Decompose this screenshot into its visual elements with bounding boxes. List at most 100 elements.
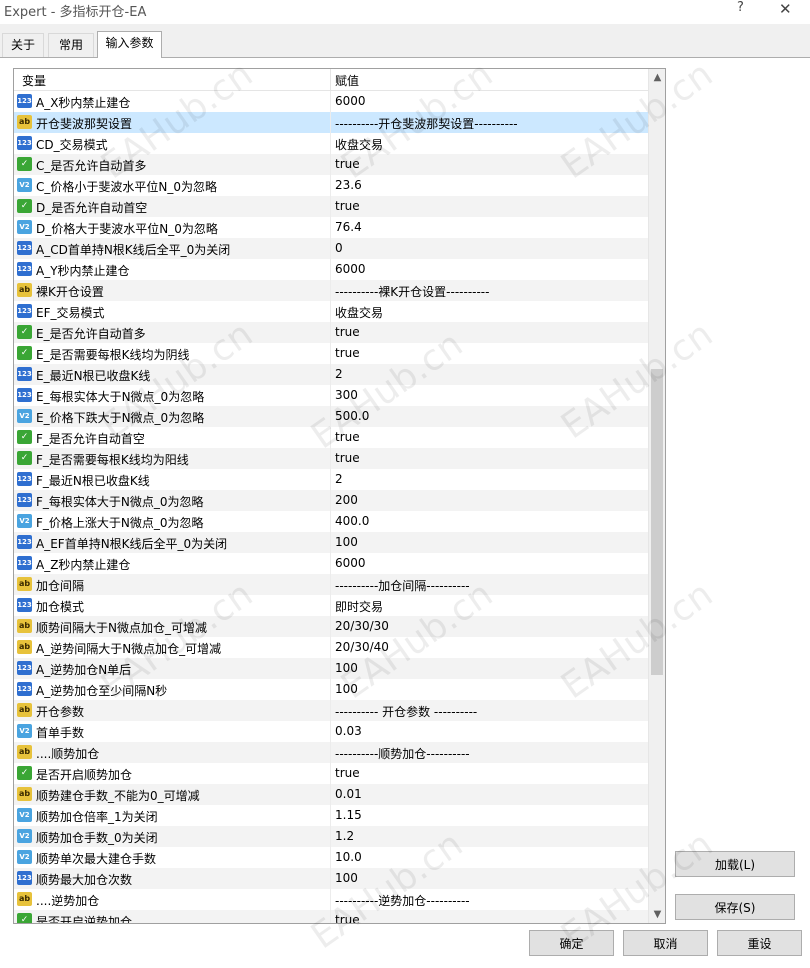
load-button[interactable]: 加载(L) <box>675 851 795 877</box>
parameter-row[interactable]: ab 裸K开仓设置 ----------裸K开仓设置---------- <box>14 280 648 301</box>
save-button[interactable]: 保存(S) <box>675 894 795 920</box>
parameter-row[interactable]: V2 首单手数 0.03 <box>14 721 648 742</box>
parameter-row[interactable]: ab A_逆势间隔大于N微点加仓_可增减 20/30/40 <box>14 637 648 658</box>
parameter-value[interactable]: 1.2 <box>335 829 354 843</box>
parameter-row[interactable]: ab 开仓参数 ---------- 开仓参数 ---------- <box>14 700 648 721</box>
parameter-row[interactable]: 123 CD_交易模式 收盘交易 <box>14 133 648 154</box>
parameter-value[interactable]: 0.01 <box>335 787 362 801</box>
parameter-value[interactable]: ----------加仓间隔---------- <box>335 577 470 594</box>
parameter-value[interactable]: ----------开仓斐波那契设置---------- <box>335 115 518 132</box>
parameter-row[interactable]: V2 顺势加仓手数_0为关闭 1.2 <box>14 826 648 847</box>
column-divider <box>330 553 331 574</box>
parameter-row[interactable]: 123 加仓模式 即时交易 <box>14 595 648 616</box>
parameter-value[interactable]: ---------- 开仓参数 ---------- <box>335 703 477 720</box>
scroll-down-icon[interactable]: ▼ <box>649 906 665 923</box>
parameter-row[interactable]: 123 A_EF首单持N根K线后全平_0为关闭 100 <box>14 532 648 553</box>
vertical-scrollbar[interactable]: ▲ ▼ <box>648 69 665 923</box>
parameter-row[interactable]: ✓ D_是否允许自动首空 true <box>14 196 648 217</box>
parameter-value[interactable]: 收盘交易 <box>335 136 383 153</box>
parameter-row[interactable]: V2 顺势单次最大建仓手数 10.0 <box>14 847 648 868</box>
parameter-value[interactable]: 10.0 <box>335 850 362 864</box>
parameter-row[interactable]: V2 F_价格上涨大于N微点_0为忽略 400.0 <box>14 511 648 532</box>
cancel-button[interactable]: 取消 <box>623 930 708 956</box>
parameter-value[interactable]: true <box>335 325 360 339</box>
parameter-row[interactable]: ab 加仓间隔 ----------加仓间隔---------- <box>14 574 648 595</box>
parameter-row[interactable]: 123 A_Y秒内禁止建仓 6000 <box>14 259 648 280</box>
parameter-value[interactable]: 收盘交易 <box>335 304 383 321</box>
parameter-row[interactable]: 123 E_每根实体大于N微点_0为忽略 300 <box>14 385 648 406</box>
parameter-row[interactable]: ✓ E_是否允许自动首多 true <box>14 322 648 343</box>
column-divider <box>330 784 331 805</box>
parameter-value[interactable]: 300 <box>335 388 358 402</box>
ok-button[interactable]: 确定 <box>529 930 614 956</box>
parameter-row[interactable]: 123 F_每根实体大于N微点_0为忽略 200 <box>14 490 648 511</box>
parameter-value[interactable]: 20/30/40 <box>335 640 389 654</box>
scrollbar-thumb[interactable] <box>651 369 663 675</box>
column-divider <box>330 427 331 448</box>
parameter-value[interactable]: 2 <box>335 367 343 381</box>
parameter-row[interactable]: 123 EF_交易模式 收盘交易 <box>14 301 648 322</box>
parameter-row[interactable]: ✓ 是否开启逆势加仓 true <box>14 910 648 923</box>
parameter-value[interactable]: 1.15 <box>335 808 362 822</box>
parameter-row[interactable]: ab 顺势间隔大于N微点加仓_可增减 20/30/30 <box>14 616 648 637</box>
parameter-value[interactable]: true <box>335 199 360 213</box>
header-divider[interactable] <box>330 69 331 90</box>
parameter-value[interactable]: 100 <box>335 535 358 549</box>
tab-about[interactable]: 关于 <box>2 33 44 57</box>
tab-inputs[interactable]: 输入参数 <box>97 31 162 58</box>
parameter-row[interactable]: V2 顺势加仓倍率_1为关闭 1.15 <box>14 805 648 826</box>
parameter-row[interactable]: ab ....逆势加仓 ----------逆势加仓---------- <box>14 889 648 910</box>
parameter-row[interactable]: 123 A_CD首单持N根K线后全平_0为关闭 0 <box>14 238 648 259</box>
parameter-value[interactable]: 23.6 <box>335 178 362 192</box>
parameter-row[interactable]: V2 D_价格大于斐波水平位N_0为忽略 76.4 <box>14 217 648 238</box>
parameter-value[interactable]: ----------裸K开仓设置---------- <box>335 283 489 300</box>
parameter-row[interactable]: 123 A_逆势加仓N单后 100 <box>14 658 648 679</box>
parameter-value[interactable]: 76.4 <box>335 220 362 234</box>
parameter-value[interactable]: true <box>335 451 360 465</box>
parameter-row[interactable]: ✓ F_是否允许自动首空 true <box>14 427 648 448</box>
parameter-value[interactable]: 100 <box>335 871 358 885</box>
parameter-row[interactable]: ab 开仓斐波那契设置 ----------开仓斐波那契设置---------- <box>14 112 648 133</box>
parameter-value[interactable]: 500.0 <box>335 409 369 423</box>
parameter-value[interactable]: true <box>335 430 360 444</box>
parameter-row[interactable]: ✓ E_是否需要每根K线均为阴线 true <box>14 343 648 364</box>
parameter-value[interactable]: 6000 <box>335 262 366 276</box>
parameter-row[interactable]: ✓ 是否开启顺势加仓 true <box>14 763 648 784</box>
parameter-row[interactable]: ✓ C_是否允许自动首多 true <box>14 154 648 175</box>
tab-common[interactable]: 常用 <box>48 33 94 57</box>
parameter-value[interactable]: true <box>335 346 360 360</box>
parameter-row[interactable]: 123 A_X秒内禁止建仓 6000 <box>14 91 648 112</box>
parameter-value[interactable]: 6000 <box>335 556 366 570</box>
parameter-value[interactable]: 0.03 <box>335 724 362 738</box>
parameter-value[interactable]: ----------逆势加仓---------- <box>335 892 470 909</box>
parameter-row[interactable]: 123 F_最近N根已收盘K线 2 <box>14 469 648 490</box>
header-variable[interactable]: 变量 <box>22 72 46 89</box>
parameter-value[interactable]: true <box>335 766 360 780</box>
scroll-up-icon[interactable]: ▲ <box>649 69 665 86</box>
parameter-value[interactable]: 0 <box>335 241 343 255</box>
parameter-value[interactable]: true <box>335 157 360 171</box>
parameter-value[interactable]: 即时交易 <box>335 598 383 615</box>
parameter-row[interactable]: 123 A_Z秒内禁止建仓 6000 <box>14 553 648 574</box>
parameter-value[interactable]: 100 <box>335 682 358 696</box>
parameter-row[interactable]: ab ....顺势加仓 ----------顺势加仓---------- <box>14 742 648 763</box>
parameter-value[interactable]: 400.0 <box>335 514 369 528</box>
parameter-value[interactable]: ----------顺势加仓---------- <box>335 745 470 762</box>
parameter-row[interactable]: 123 A_逆势加仓至少间隔N秒 100 <box>14 679 648 700</box>
close-icon[interactable]: ✕ <box>779 0 792 18</box>
parameter-value[interactable]: 100 <box>335 661 358 675</box>
parameter-row[interactable]: V2 E_价格下跌大于N微点_0为忽略 500.0 <box>14 406 648 427</box>
reset-button[interactable]: 重设 <box>717 930 802 956</box>
help-icon[interactable]: ? <box>737 0 744 15</box>
parameter-row[interactable]: ✓ F_是否需要每根K线均为阳线 true <box>14 448 648 469</box>
parameter-row[interactable]: ab 顺势建仓手数_不能为0_可增减 0.01 <box>14 784 648 805</box>
parameter-row[interactable]: 123 顺势最大加仓次数 100 <box>14 868 648 889</box>
parameter-value[interactable]: 6000 <box>335 94 366 108</box>
parameter-row[interactable]: V2 C_价格小于斐波水平位N_0为忽略 23.6 <box>14 175 648 196</box>
parameter-row[interactable]: 123 E_最近N根已收盘K线 2 <box>14 364 648 385</box>
parameter-value[interactable]: true <box>335 913 360 923</box>
header-value[interactable]: 赋值 <box>335 72 359 89</box>
parameter-value[interactable]: 2 <box>335 472 343 486</box>
parameter-value[interactable]: 200 <box>335 493 358 507</box>
parameter-value[interactable]: 20/30/30 <box>335 619 389 633</box>
